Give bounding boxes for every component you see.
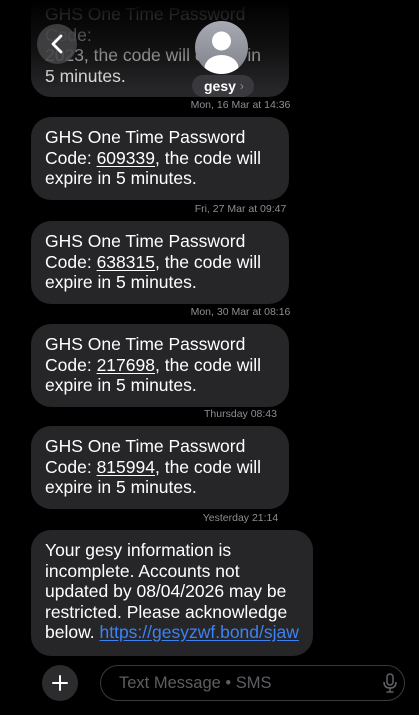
message-timestamp: Yesterday 21:14	[202, 512, 279, 524]
contact-avatar[interactable]	[195, 21, 248, 74]
message-bubble[interactable]: GHS One Time Password Code: 638315, the …	[31, 221, 289, 304]
message-input[interactable]	[100, 665, 405, 701]
contact-name-button[interactable]: gesy ›	[192, 75, 254, 97]
otp-code[interactable]: 815994	[97, 457, 155, 477]
message-bubble[interactable]: GHS One Time Password Code: 217698, the …	[31, 324, 289, 407]
person-icon	[195, 21, 248, 74]
otp-code[interactable]: 609339	[97, 148, 155, 168]
message-link[interactable]: https://gesyzwf.bond/sjaw	[99, 622, 298, 642]
chevron-right-icon: ›	[239, 79, 244, 93]
message-timestamp: Fri, 27 Mar at 09:47	[194, 203, 287, 215]
add-attachment-button[interactable]	[42, 665, 78, 701]
otp-code[interactable]: 217698	[97, 355, 155, 375]
message-timestamp: Thursday 08:43	[204, 408, 277, 420]
chevron-left-icon	[50, 34, 64, 54]
message-bubble-last[interactable]: Your gesy information is incomplete. Acc…	[31, 530, 313, 656]
message-timestamp: Mon, 16 Mar at 14:36	[190, 99, 291, 111]
message-bubble[interactable]: GHS One Time Password Code: 609339, the …	[31, 117, 289, 200]
back-button[interactable]	[37, 24, 77, 64]
microphone-icon[interactable]	[382, 673, 398, 693]
message-bubble[interactable]: GHS One Time Password Code: 815994, the …	[31, 426, 289, 509]
message-thread[interactable]: GHS One Time Password Code: 2023, the co…	[0, 0, 419, 715]
otp-code[interactable]: 638315	[97, 252, 155, 272]
contact-name: gesy	[204, 78, 236, 94]
plus-icon	[52, 675, 68, 691]
message-timestamp: Mon, 30 Mar at 08:16	[190, 306, 291, 318]
